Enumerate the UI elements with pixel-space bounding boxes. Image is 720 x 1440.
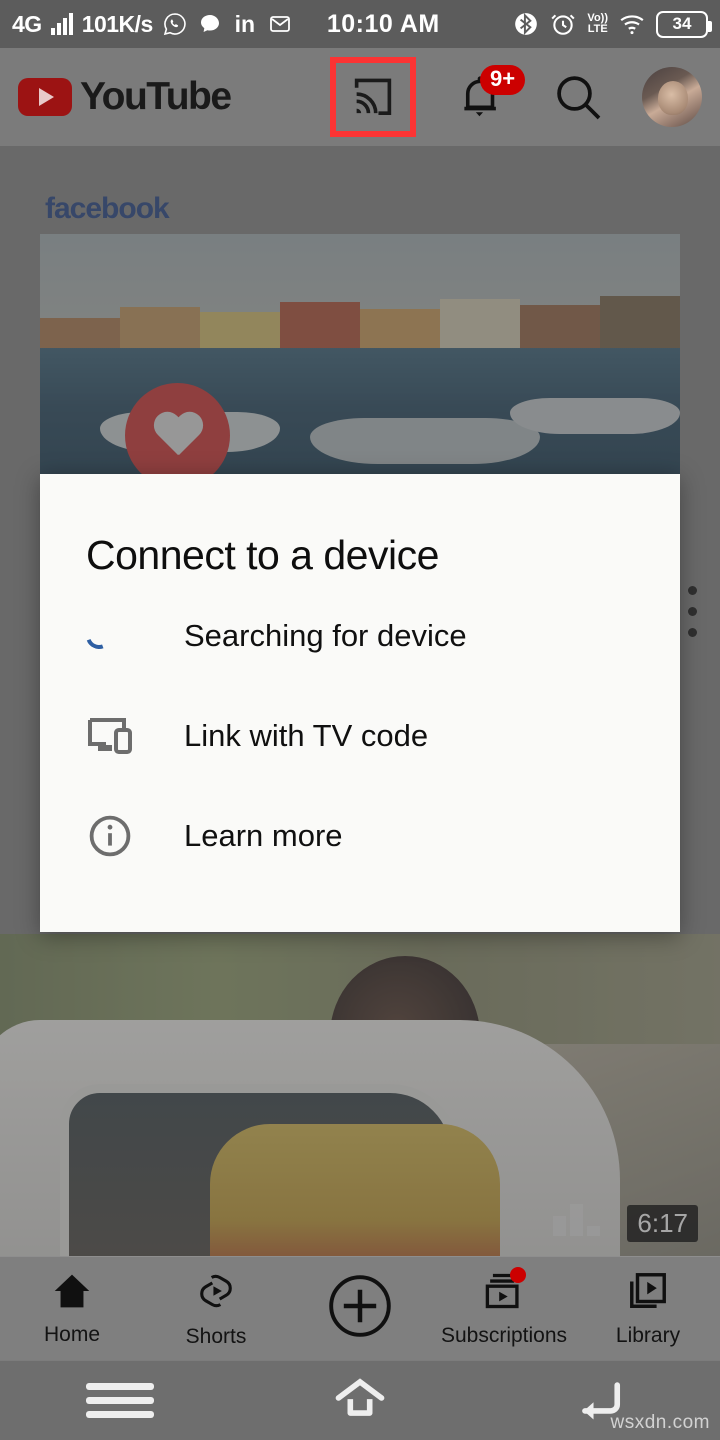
- notifications-button[interactable]: 9+: [452, 65, 526, 127]
- shorts-icon: [194, 1269, 238, 1318]
- watermark-label: wsxdn.com: [610, 1412, 710, 1433]
- notifications-badge: 9+: [480, 65, 526, 95]
- clock-label: 10:10 AM: [326, 9, 440, 38]
- youtube-play-icon: [18, 78, 72, 116]
- info-circle-icon: [86, 812, 152, 860]
- phone-status-bar: 4G 101K/s in 10:10 AM Vo)) LTE 34: [0, 0, 720, 48]
- nav-item-label: Subscriptions: [440, 1323, 568, 1347]
- home-icon: [50, 1271, 94, 1316]
- loading-spinner-icon: [81, 618, 152, 654]
- nav-item-library[interactable]: Library: [576, 1270, 720, 1348]
- dialog-item-searching[interactable]: Searching for device: [40, 593, 680, 679]
- wifi-icon: [619, 11, 645, 37]
- alarm-icon: [550, 11, 576, 37]
- dialog-item-label: Searching for device: [184, 618, 467, 653]
- signal-bars-icon: [50, 13, 73, 35]
- nav-item-create[interactable]: [288, 1270, 432, 1347]
- dialog-item-label: Link with TV code: [184, 718, 429, 753]
- data-speed-label: 101K/s: [81, 10, 154, 37]
- bell-icon: [452, 76, 506, 127]
- cast-icon: [350, 75, 396, 120]
- dialog-item-link-with-tv-code[interactable]: Link with TV code: [40, 693, 680, 779]
- dialog-item-learn-more[interactable]: Learn more: [40, 793, 680, 879]
- nav-item-label: Shorts: [185, 1324, 247, 1348]
- connect-to-device-dialog: Connect to a device Searching for device…: [40, 474, 680, 932]
- bottom-navigation-bar: Home Shorts Subscriptions Library: [0, 1256, 720, 1360]
- home-outline-icon: [332, 1376, 388, 1425]
- nav-item-home[interactable]: Home: [0, 1271, 144, 1347]
- tv-and-phone-icon: [86, 714, 152, 758]
- nav-item-shorts[interactable]: Shorts: [144, 1269, 288, 1349]
- search-button[interactable]: [550, 69, 606, 125]
- youtube-brand-label: YouTube: [80, 75, 232, 118]
- cast-button[interactable]: [330, 57, 416, 137]
- chat-bubble-icon: [197, 11, 223, 37]
- create-plus-icon: [324, 1270, 396, 1347]
- avatar[interactable]: [642, 67, 702, 127]
- nav-item-label: Home: [43, 1322, 101, 1346]
- whatsapp-icon: [162, 11, 188, 37]
- dialog-title: Connect to a device: [86, 532, 439, 578]
- youtube-logo[interactable]: YouTube: [18, 75, 232, 119]
- volte-icon: Vo)) LTE: [587, 12, 608, 35]
- linkedin-icon: in: [234, 10, 256, 37]
- nav-item-subscriptions[interactable]: Subscriptions: [432, 1266, 576, 1348]
- mail-icon: [267, 11, 293, 37]
- menu-icon: [86, 1376, 154, 1425]
- youtube-app-header: YouTube 9+: [0, 48, 720, 146]
- android-navigation-bar: wsxdn.com: [0, 1360, 720, 1440]
- dialog-item-label: Learn more: [184, 818, 343, 853]
- battery-icon: 34: [656, 10, 712, 38]
- bluetooth-icon: [513, 11, 539, 37]
- nav-item-label: Library: [615, 1323, 681, 1347]
- recents-button[interactable]: [0, 1376, 240, 1425]
- home-button[interactable]: [240, 1376, 480, 1425]
- network-type-label: 4G: [12, 10, 42, 37]
- subscriptions-badge-dot: [510, 1266, 526, 1283]
- library-icon: [625, 1270, 671, 1317]
- search-icon: [550, 76, 606, 129]
